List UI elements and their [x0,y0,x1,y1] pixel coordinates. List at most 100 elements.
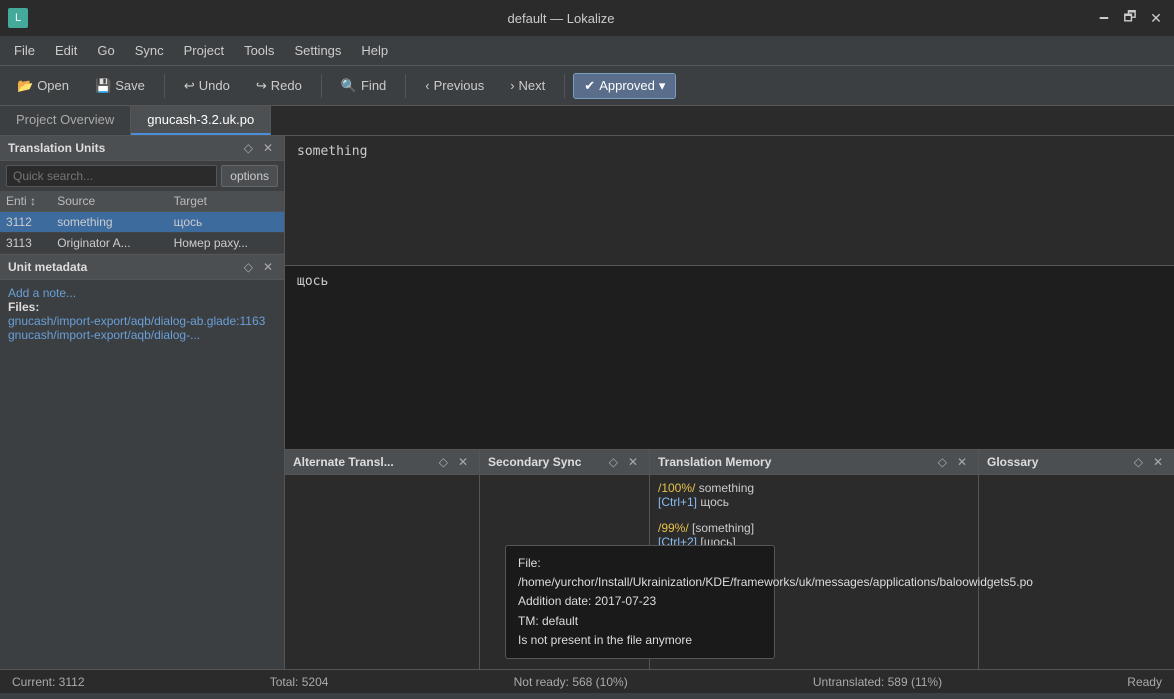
alt-trans-header: Alternate Transl... ◇ ✕ [285,450,479,475]
approved-button[interactable]: ✔ Approved ▾ [573,73,676,99]
tm-entry[interactable]: /100%/ something[Ctrl+1] щось [658,481,970,509]
alt-trans-settings-button[interactable]: ◇ [436,454,451,470]
toolbar-separator-2 [321,74,322,98]
status-total: Total: 5204 [270,675,329,689]
table-row[interactable]: 3113Originator A...Номер раху... [0,233,284,254]
add-note-link[interactable]: Add a note... [8,286,76,300]
row-target: щось [168,212,284,233]
row-source: Originator A... [51,233,167,254]
unit-metadata-content: Add a note... Files: gnucash/import-expo… [0,280,284,669]
redo-icon: ↪ [256,78,267,94]
title-right: 🗕 🗗 ✕ [1094,8,1166,28]
glossary-header: Glossary ◇ ✕ [979,450,1174,475]
open-button[interactable]: 📂 Open [6,73,80,99]
tabs-bar: Project Overview gnucash-3.2.uk.po [0,106,1174,136]
row-source: something [51,212,167,233]
file-link-1[interactable]: gnucash/import-export/aqb/dialog-ab.glad… [8,314,265,328]
col-target[interactable]: Target [168,191,284,212]
row-id: 3113 [0,233,51,254]
toolbar-separator-1 [164,74,165,98]
translation-units-header: Translation Units ◇ ✕ [0,136,284,161]
menu-tools[interactable]: Tools [234,39,284,62]
target-text-input[interactable] [285,266,1174,449]
unit-metadata-close-button[interactable]: ✕ [260,259,276,275]
secondary-sync-title: Secondary Sync [488,455,581,469]
row-id: 3112 [0,212,51,233]
secondary-sync-close-button[interactable]: ✕ [625,454,641,470]
table-row[interactable]: 3112somethingщось [0,212,284,233]
glossary-title: Glossary [987,455,1038,469]
tooltip-tm-label: TM: [518,614,542,628]
approved-icon: ✔ [584,78,595,94]
find-label: Find [361,78,386,93]
redo-button[interactable]: ↪ Redo [245,73,313,99]
window-title: default — Lokalize [508,11,615,26]
next-button[interactable]: › Next [499,73,556,98]
approved-dropdown-icon[interactable]: ▾ [659,78,666,94]
next-label: Next [519,78,546,93]
undo-label: Undo [199,78,230,93]
options-button[interactable]: options [221,165,278,187]
glossary-actions: ◇ ✕ [1131,454,1166,470]
status-not-ready: Not ready: 568 (10%) [514,675,628,689]
glossary-close-button[interactable]: ✕ [1150,454,1166,470]
open-label: Open [37,78,69,93]
search-input[interactable] [6,165,217,187]
glossary-settings-button[interactable]: ◇ [1131,454,1146,470]
status-ready: Ready [1127,675,1162,689]
tm-settings-button[interactable]: ◇ [935,454,950,470]
translation-units-panel: Translation Units ◇ ✕ options Enti ↕ [0,136,284,255]
secondary-sync-settings-button[interactable]: ◇ [606,454,621,470]
status-bar: Current: 3112 Total: 5204 Not ready: 568… [0,669,1174,693]
menu-go[interactable]: Go [87,39,124,62]
undo-button[interactable]: ↩ Undo [173,73,241,99]
app-icon: L [8,8,28,28]
tab-project-overview[interactable]: Project Overview [0,106,131,135]
close-button[interactable]: ✕ [1146,8,1166,28]
tooltip: File: /home/yurchor/Install/Ukrainizatio… [505,545,775,659]
title-bar: L default — Lokalize 🗕 🗗 ✕ [0,0,1174,36]
col-entry[interactable]: Enti ↕ [0,191,51,212]
tm-close-button[interactable]: ✕ [954,454,970,470]
row-target: Номер раху... [168,233,284,254]
translation-units-actions: ◇ ✕ [241,140,276,156]
find-button[interactable]: 🔍 Find [330,73,397,99]
search-row: options [0,161,284,191]
alt-trans-title: Alternate Transl... [293,455,394,469]
glossary-content [979,475,1174,669]
file-link-2[interactable]: gnucash/import-export/aqb/dialog-... [8,328,200,342]
next-arrow-icon: › [510,78,514,93]
unit-metadata-title: Unit metadata [8,260,87,274]
tm-actions: ◇ ✕ [935,454,970,470]
tm-source: something [699,481,754,495]
redo-label: Redo [271,78,302,93]
unit-metadata-settings-button[interactable]: ◇ [241,259,256,275]
menu-help[interactable]: Help [351,39,398,62]
menu-project[interactable]: Project [174,39,234,62]
toolbar: 📂 Open 💾 Save ↩ Undo ↪ Redo 🔍 Find ‹ Pre… [0,66,1174,106]
translation-units-close-button[interactable]: ✕ [260,140,276,156]
save-button[interactable]: 💾 Save [84,73,156,99]
toolbar-separator-4 [564,74,565,98]
tab-gnucash-file[interactable]: gnucash-3.2.uk.po [131,106,271,135]
translation-units-settings-button[interactable]: ◇ [241,140,256,156]
col-source[interactable]: Source [51,191,167,212]
save-label: Save [115,78,145,93]
translation-units-title: Translation Units [8,141,105,155]
menu-file[interactable]: File [4,39,45,62]
status-current: Current: 3112 [12,675,85,689]
menu-settings[interactable]: Settings [284,39,351,62]
menu-edit[interactable]: Edit [45,39,87,62]
menu-sync[interactable]: Sync [125,39,174,62]
minimize-button[interactable]: 🗕 [1094,8,1114,28]
tooltip-addition-value: 2017-07-23 [595,594,656,608]
folder-icon: 📂 [17,78,33,94]
unit-metadata-actions: ◇ ✕ [241,259,276,275]
maximize-button[interactable]: 🗗 [1120,8,1140,28]
alt-trans-actions: ◇ ✕ [436,454,471,470]
alt-trans-close-button[interactable]: ✕ [455,454,471,470]
unit-metadata-header: Unit metadata ◇ ✕ [0,255,284,280]
unit-metadata-panel: Unit metadata ◇ ✕ Add a note... Files: g… [0,255,284,669]
left-panel: Translation Units ◇ ✕ options Enti ↕ [0,136,285,669]
previous-button[interactable]: ‹ Previous [414,73,495,98]
